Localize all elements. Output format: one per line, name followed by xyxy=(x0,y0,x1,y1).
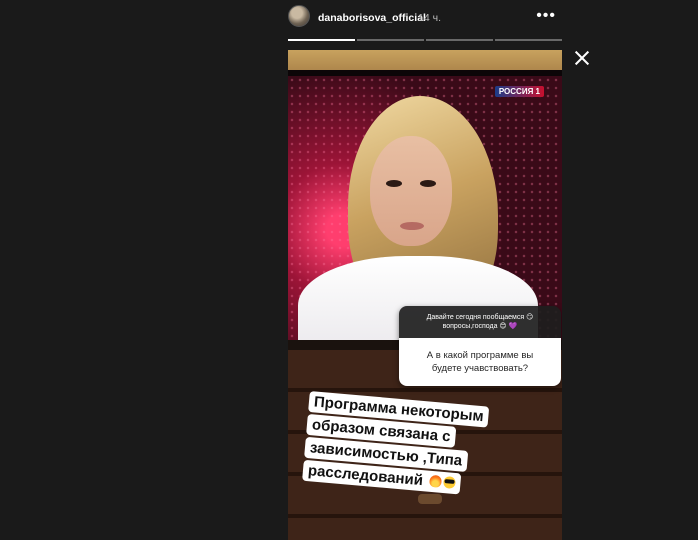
progress-segment xyxy=(426,39,493,41)
question-sticker[interactable]: Давайте сегодня пообщаемся 😏 вопросы,гос… xyxy=(399,306,561,386)
progress-segment xyxy=(495,39,562,41)
close-icon[interactable] xyxy=(572,48,592,68)
progress-segment xyxy=(357,39,424,41)
more-options-icon[interactable]: ••• xyxy=(536,8,556,24)
channel-logo: РОССИЯ 1 xyxy=(494,86,544,97)
question-answer-text: А в какой программе вы будете учавствова… xyxy=(399,338,561,386)
story-media[interactable]: РОССИЯ 1 Давайте сегодня пообщаемся 😏 во… xyxy=(288,50,562,540)
story-progress-bar xyxy=(288,39,562,41)
post-time: 14 ч. xyxy=(418,12,441,24)
cool-emoji-icon xyxy=(442,475,456,489)
avatar[interactable] xyxy=(288,5,310,27)
question-prompt: Давайте сегодня пообщаемся 😏 вопросы,гос… xyxy=(399,306,561,338)
story-header: danaborisova_official 14 ч. ••• xyxy=(288,4,562,32)
fire-emoji-icon xyxy=(428,474,442,488)
progress-segment xyxy=(288,39,355,41)
username[interactable]: danaborisova_official xyxy=(318,12,426,24)
story-caption: Программа некоторым образом связана с за… xyxy=(302,390,529,501)
